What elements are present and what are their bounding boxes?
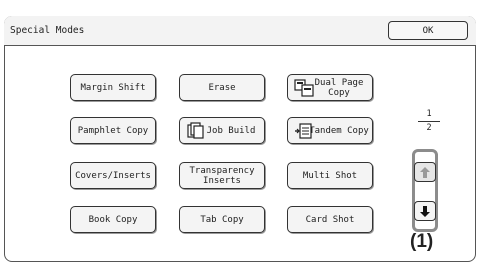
tandem-copy-label: Tandem Copy <box>309 125 369 136</box>
dual-page-copy-icon <box>294 79 314 97</box>
tandem-copy-icon <box>295 123 312 139</box>
arrow-up-icon <box>420 166 430 178</box>
scroll-down-button[interactable] <box>414 201 436 221</box>
card-shot-button[interactable]: Card Shot <box>287 206 373 233</box>
job-build-label: Job Build <box>206 125 256 136</box>
page-title: Special Modes <box>10 25 85 36</box>
page-indicator: 1 2 <box>418 109 440 134</box>
margin-shift-button[interactable]: Margin Shift <box>70 74 156 101</box>
transparency-inserts-button[interactable]: Transparency Inserts <box>179 162 265 189</box>
multi-shot-button[interactable]: Multi Shot <box>287 162 373 189</box>
scroll-up-button[interactable] <box>414 162 436 182</box>
book-copy-button[interactable]: Book Copy <box>70 206 156 233</box>
tandem-copy-button[interactable]: Tandem Copy <box>287 117 373 144</box>
job-build-icon <box>187 122 204 139</box>
current-page: 1 <box>426 109 432 119</box>
arrow-down-icon <box>420 205 430 217</box>
dual-page-copy-button[interactable]: Dual Page Copy <box>287 74 373 101</box>
total-pages: 2 <box>426 123 432 133</box>
page-divider <box>418 121 440 122</box>
erase-button[interactable]: Erase <box>179 74 265 101</box>
job-build-button[interactable]: Job Build <box>179 117 265 144</box>
pamphlet-copy-button[interactable]: Pamphlet Copy <box>70 117 156 144</box>
tab-copy-button[interactable]: Tab Copy <box>179 206 265 233</box>
callout-label: (1) <box>410 231 434 252</box>
dual-page-copy-label: Dual Page Copy <box>314 77 364 98</box>
ok-button[interactable]: OK <box>388 21 468 40</box>
covers-inserts-button[interactable]: Covers/Inserts <box>70 162 156 189</box>
